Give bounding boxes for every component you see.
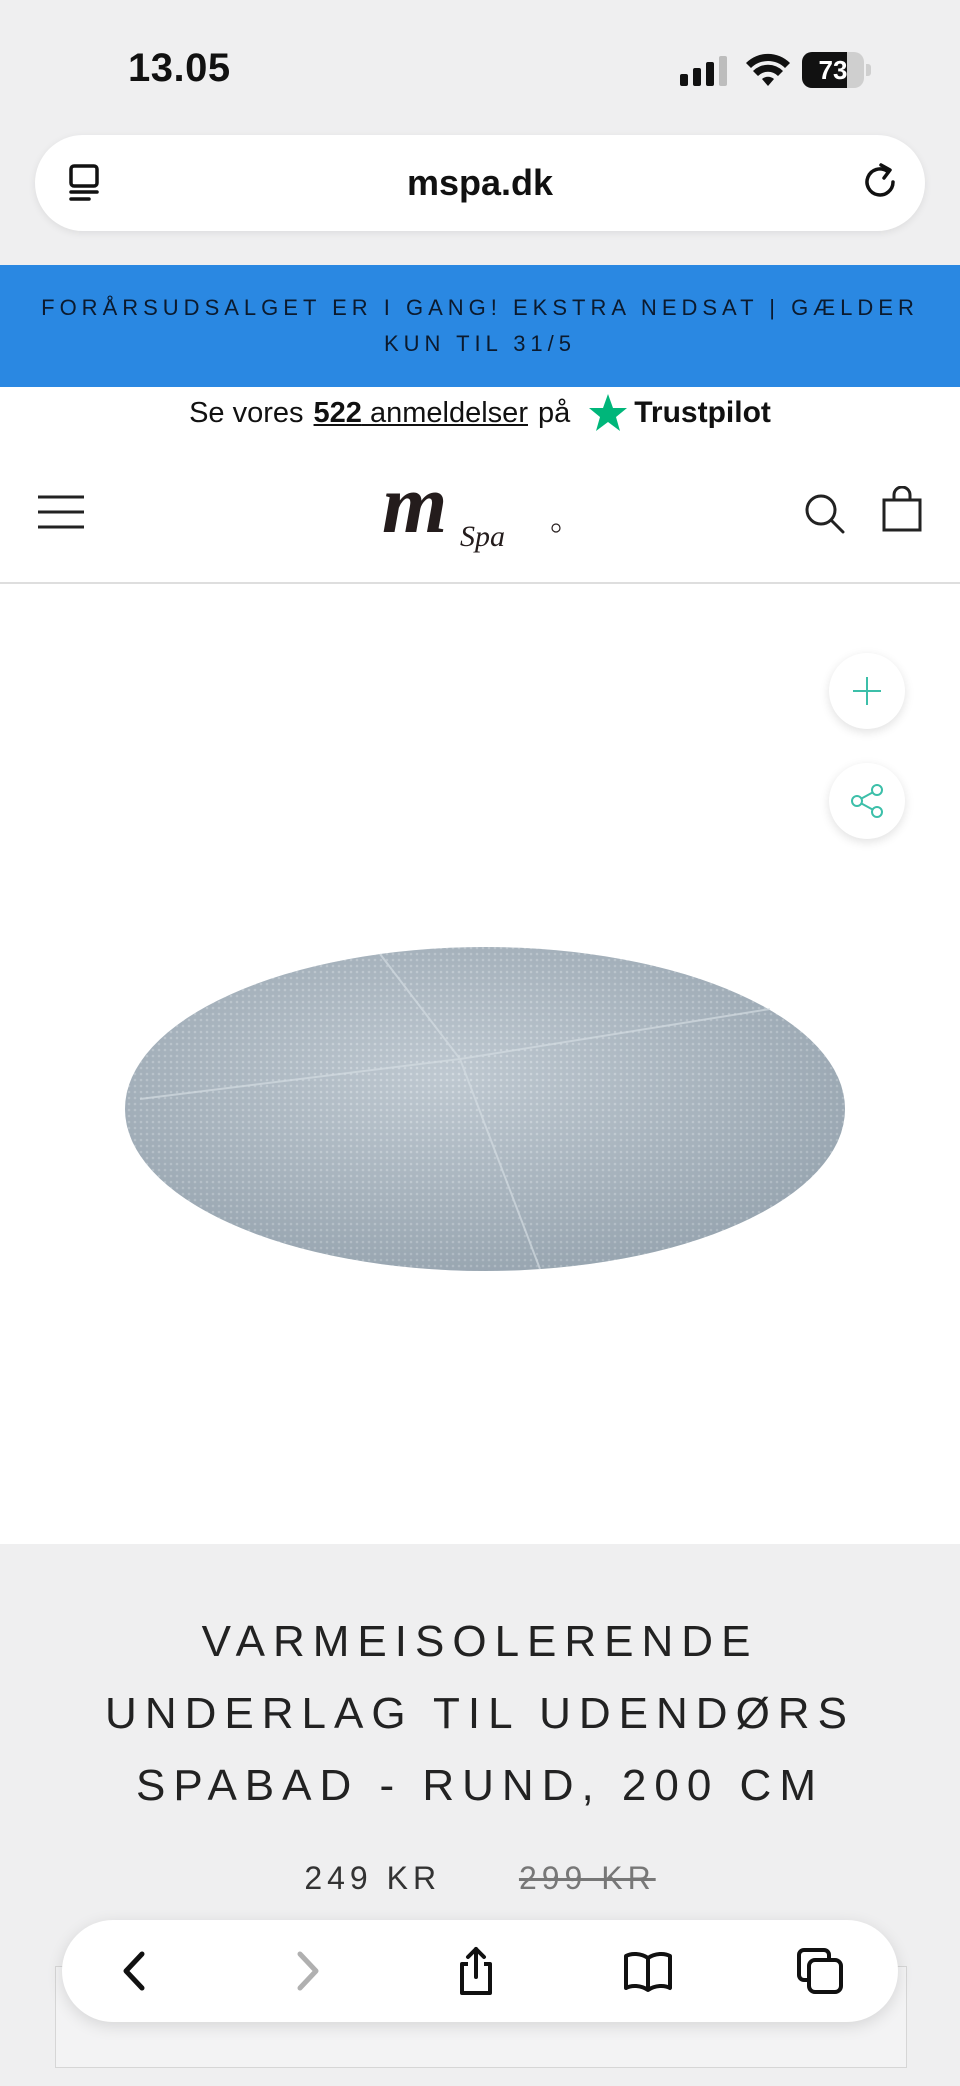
compare-price: 299 KR xyxy=(518,1860,656,1896)
zoom-button[interactable] xyxy=(829,653,905,729)
share-icon xyxy=(851,784,883,818)
announcement-text: FORÅRSUDSALGET ER I GANG! EKSTRA NEDSAT … xyxy=(41,295,919,356)
product-gallery[interactable] xyxy=(0,584,960,1544)
shopping-bag-icon[interactable] xyxy=(882,486,922,532)
url-text[interactable]: mspa.dk xyxy=(35,135,925,231)
battery-level: 73 xyxy=(818,55,848,85)
reviews-label: anmeldelser xyxy=(370,396,528,429)
browser-toolbar xyxy=(62,1920,898,2022)
trustpilot-brand: Trustpilot xyxy=(634,396,771,429)
hamburger-menu-icon[interactable] xyxy=(38,495,84,529)
tabs-icon[interactable] xyxy=(795,1946,845,1996)
trust-prefix: Se vores xyxy=(189,396,304,429)
review-count: 522 xyxy=(313,396,362,429)
price-row: 249 KR 299 KR xyxy=(0,1860,960,1897)
address-bar[interactable]: mspa.dk xyxy=(35,135,925,231)
mspa-logo[interactable]: m Spa xyxy=(380,470,580,554)
bookmarks-icon[interactable] xyxy=(623,1946,673,1996)
cellular-signal-icon xyxy=(680,56,727,86)
wifi-icon xyxy=(746,53,790,86)
product-title: VARMEISOLERENDE UNDERLAG TIL UDENDØRS SP… xyxy=(105,1617,855,1810)
announcement-bar[interactable]: FORÅRSUDSALGET ER I GANG! EKSTRA NEDSAT … xyxy=(0,265,960,387)
logo-mark: m xyxy=(382,470,444,551)
site-header: m Spa xyxy=(0,440,960,584)
trustpilot-star-icon xyxy=(589,394,628,431)
share-button[interactable] xyxy=(829,763,905,839)
status-bar: 13.05 73 xyxy=(0,0,960,135)
zoom-plus-icon xyxy=(853,677,881,705)
search-icon[interactable] xyxy=(803,492,845,534)
back-chevron-icon[interactable] xyxy=(110,1946,160,1996)
trust-reviews-link[interactable]: 522 anmeldelser xyxy=(314,397,528,430)
browser-chrome: mspa.dk xyxy=(0,135,960,265)
reload-icon[interactable] xyxy=(857,159,903,205)
logo-sub: Spa xyxy=(460,520,505,553)
share-icon[interactable] xyxy=(451,1946,501,1996)
trust-suffix: på xyxy=(537,396,571,429)
battery-icon: 73 xyxy=(802,52,872,88)
sale-price: 249 KR xyxy=(304,1860,442,1896)
forward-chevron-icon[interactable] xyxy=(282,1946,332,1996)
product-image[interactable] xyxy=(120,939,850,1279)
status-time: 13.05 xyxy=(128,46,231,90)
trustpilot-bar[interactable]: Se vores 522 anmeldelser på Trustpilot xyxy=(0,387,960,439)
